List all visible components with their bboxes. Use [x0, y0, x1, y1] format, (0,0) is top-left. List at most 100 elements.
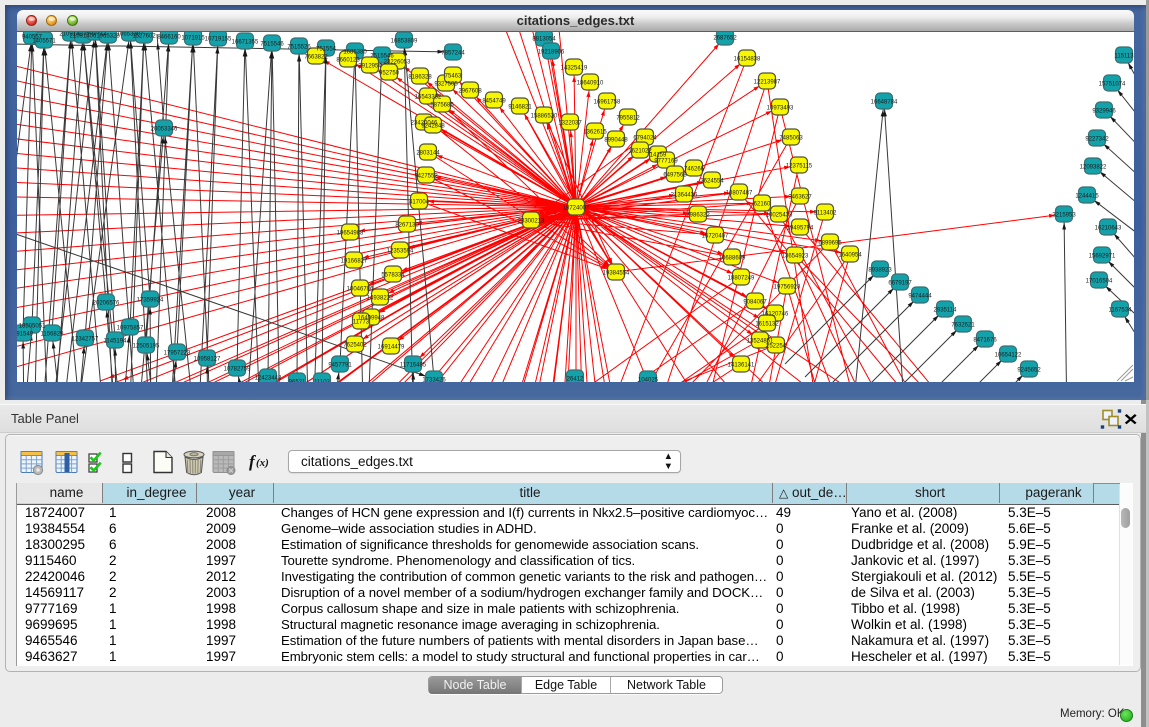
svg-text:15886520: 15886520 [531, 113, 558, 119]
svg-text:8660123: 8660123 [336, 57, 360, 63]
svg-text:18505051: 18505051 [19, 323, 46, 329]
svg-text:417004: 417004 [409, 199, 430, 205]
svg-text:14938222: 14938222 [367, 295, 394, 301]
svg-text:23226053: 23226053 [384, 59, 411, 65]
svg-text:19495794: 19495794 [787, 225, 814, 231]
svg-text:16961758: 16961758 [594, 99, 621, 105]
svg-text:10807487: 10807487 [726, 190, 753, 196]
svg-text:9245652: 9245652 [1017, 367, 1041, 373]
svg-text:1167534: 1167534 [1109, 307, 1133, 313]
svg-text:12093822: 12093822 [1080, 164, 1107, 170]
svg-text:3215953: 3215953 [1052, 212, 1076, 218]
svg-text:7515526: 7515526 [287, 44, 311, 50]
svg-text:8471676: 8471676 [973, 337, 997, 343]
svg-text:10973493: 10973493 [767, 105, 794, 111]
svg-text:1362615: 1362615 [583, 129, 607, 135]
svg-text:18724007: 18724007 [563, 205, 590, 211]
svg-text:9084067: 9084067 [743, 299, 767, 305]
svg-text:104025: 104025 [638, 377, 659, 382]
svg-text:9427552: 9427552 [414, 173, 438, 179]
svg-text:12375115: 12375115 [786, 163, 813, 169]
svg-text:96521: 96521 [289, 379, 306, 382]
svg-text:7632621: 7632621 [951, 322, 975, 328]
svg-text:18640910: 18640910 [577, 80, 604, 86]
svg-text:16154838: 16154838 [734, 56, 761, 62]
svg-text:16648784: 16648784 [871, 99, 898, 105]
svg-text:9242848: 9242848 [421, 123, 445, 129]
svg-text:2687652: 2687652 [713, 35, 737, 41]
svg-text:5578334: 5578334 [381, 272, 405, 278]
svg-text:19166827: 19166827 [341, 258, 368, 264]
svg-text:10975857: 10975857 [117, 325, 144, 331]
svg-text:6794024: 6794024 [633, 135, 657, 141]
svg-text:1640954: 1640954 [838, 252, 862, 258]
svg-text:14136141: 14136141 [728, 362, 755, 368]
svg-text:10046786: 10046786 [347, 286, 374, 292]
svg-text:7955812: 7955812 [616, 115, 640, 121]
svg-text:10654122: 10654122 [995, 352, 1022, 358]
svg-text:3912954: 3912954 [358, 63, 382, 69]
svg-text:8454749: 8454749 [482, 98, 506, 104]
svg-text:1145194: 1145194 [104, 338, 128, 344]
svg-text:16210643: 16210643 [1095, 225, 1122, 231]
svg-text:10719155: 10719155 [205, 36, 232, 42]
svg-text:17016504: 17016504 [1086, 278, 1113, 284]
svg-text:21364436: 21364436 [671, 192, 698, 198]
svg-text:9146821: 9146821 [508, 104, 532, 110]
svg-text:11716485: 11716485 [400, 362, 427, 368]
svg-text:7625402: 7625402 [343, 342, 367, 348]
svg-text:19384554: 19384554 [603, 270, 630, 276]
svg-text:5875685: 5875685 [430, 102, 454, 108]
svg-text:8813054: 8813054 [532, 36, 556, 42]
svg-text:1733426: 1733426 [422, 377, 446, 382]
svg-text:12342757: 12342757 [72, 336, 99, 342]
svg-text:12213987: 12213987 [754, 79, 781, 85]
svg-text:9777169: 9777169 [654, 158, 678, 164]
svg-text:115113: 115113 [1114, 53, 1134, 59]
svg-text:2803144: 2803144 [416, 150, 440, 156]
svg-text:12353594: 12353594 [387, 248, 414, 254]
svg-text:1685380: 1685380 [343, 49, 367, 55]
svg-text:62160: 62160 [754, 201, 771, 207]
svg-text:8466160: 8466160 [157, 34, 181, 40]
svg-text:1322037: 1322037 [558, 120, 582, 126]
svg-text:10688609: 10688609 [719, 255, 746, 261]
svg-text:20206576: 20206576 [93, 300, 120, 306]
svg-text:7515546: 7515546 [260, 41, 284, 47]
svg-text:3624554: 3624554 [700, 178, 724, 184]
svg-text:17359924: 17359924 [137, 297, 164, 303]
svg-text:7986322: 7986322 [686, 212, 710, 218]
svg-text:9474444: 9474444 [908, 293, 932, 299]
svg-text:16120746: 16120746 [762, 311, 789, 317]
svg-text:14325419: 14325419 [561, 65, 588, 71]
svg-text:16853809: 16853809 [391, 38, 418, 44]
svg-text:252254: 252254 [766, 343, 787, 349]
svg-text:7857244: 7857244 [441, 50, 465, 56]
svg-text:6899695: 6899695 [818, 240, 842, 246]
svg-text:1405571: 1405571 [32, 38, 56, 44]
svg-text:16914479: 16914479 [378, 344, 405, 350]
svg-text:10958127: 10958127 [194, 356, 221, 362]
svg-text:11102: 11102 [314, 379, 330, 382]
svg-text:9227342: 9227342 [1085, 136, 1109, 142]
svg-text:7663822: 7663822 [304, 54, 328, 60]
svg-text:15692971: 15692971 [1089, 253, 1116, 259]
svg-text:15720407: 15720407 [702, 233, 729, 239]
svg-text:8990448: 8990448 [604, 137, 628, 143]
svg-text:16543382: 16543382 [415, 94, 442, 100]
svg-text:9327505: 9327505 [434, 81, 458, 87]
svg-text:1071915: 1071915 [181, 35, 205, 41]
svg-text:1615132: 1615132 [755, 321, 779, 327]
svg-text:19654988: 19654988 [337, 230, 364, 236]
svg-text:9463627: 9463627 [788, 194, 812, 200]
svg-text:1244415: 1244415 [1075, 193, 1099, 199]
svg-text:2967608: 2967608 [458, 88, 482, 94]
svg-text:9113402: 9113402 [814, 210, 838, 216]
svg-text:9457791: 9457791 [328, 362, 352, 368]
svg-text:26412: 26412 [567, 376, 584, 382]
svg-text:13654923: 13654923 [782, 253, 809, 259]
svg-text:8938923: 8938923 [868, 267, 892, 273]
svg-text:1527602: 1527602 [132, 33, 156, 39]
svg-text:10025438: 10025438 [766, 212, 793, 218]
svg-text:1156829: 1156829 [41, 331, 65, 337]
